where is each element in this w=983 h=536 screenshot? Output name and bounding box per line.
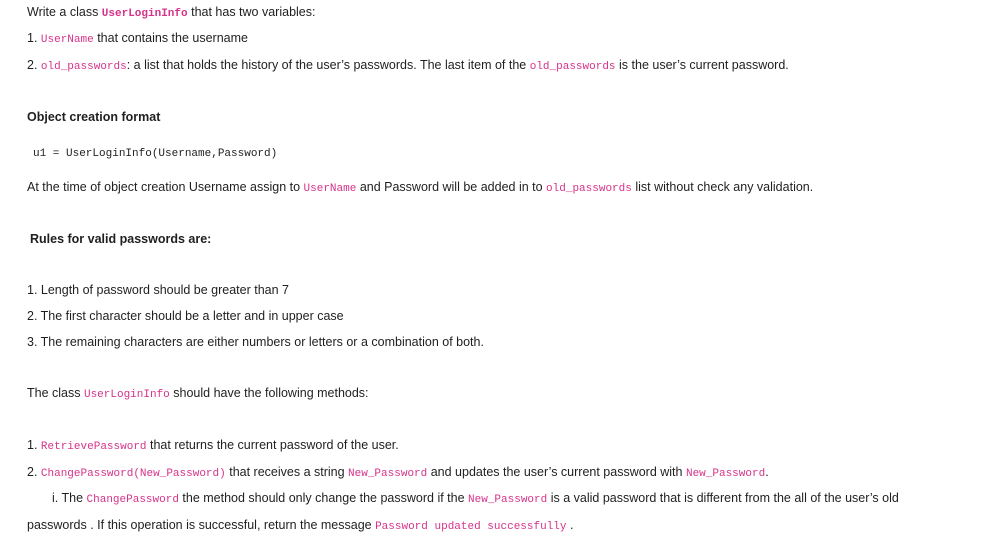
variable-description: that contains the username	[93, 31, 248, 45]
variable-item-2: 2. old_passwords: a list that holds the …	[27, 57, 789, 75]
sub-item-text: passwords . If this operation is success…	[27, 518, 376, 532]
success-message-code: Password updated successfully	[375, 521, 567, 533]
object-creation-code: u1 = UserLoginInfo(Username,Password)	[33, 148, 278, 160]
method-description: that receives a string	[225, 465, 349, 479]
change-password-code: ChangePassword	[86, 494, 179, 506]
methods-intro-text: The class	[27, 386, 84, 400]
methods-intro: The class UserLoginInfo should have the …	[27, 385, 369, 403]
old-passwords-code: old_passwords	[529, 61, 616, 73]
note-text: At the time of object creation Username …	[27, 180, 304, 194]
method-item-2-sub-cont: passwords . If this operation is success…	[27, 517, 573, 535]
new-password-code: New_Password	[468, 494, 548, 506]
sub-item-text-end: .	[566, 518, 574, 532]
method-description: and updates the user’s current password …	[427, 465, 686, 479]
variable-item-1: 1. UserName that contains the username	[27, 30, 248, 48]
list-number: 1.	[27, 31, 41, 45]
username-code: UserName	[40, 34, 94, 46]
list-number: 2.	[27, 58, 41, 72]
intro-line: Write a class UserLoginInfo that has two…	[27, 4, 315, 22]
rule-item-1: 1. Length of password should be greater …	[27, 283, 289, 297]
variable-description: : a list that holds the history of the u…	[126, 58, 530, 72]
sub-item-text: the method should only change the passwo…	[178, 491, 469, 505]
sub-item-prefix: i. The	[52, 491, 87, 505]
class-name-code: UserLoginInfo	[83, 389, 170, 401]
retrieve-password-code: RetrievePassword	[40, 441, 147, 453]
note-text-end: list without check any validation.	[631, 180, 814, 194]
intro-text: Write a class	[27, 5, 102, 19]
class-name-code: UserLoginInfo	[101, 8, 188, 20]
method-item-1: 1. RetrievePassword that returns the cur…	[27, 437, 399, 455]
old-passwords-code: old_passwords	[40, 61, 127, 73]
rules-heading: Rules for valid passwords are:	[30, 232, 212, 246]
method-item-2-sub: i. The ChangePassword the method should …	[52, 490, 899, 508]
username-code: UserName	[303, 183, 357, 195]
sub-item-text: is a valid password that is different fr…	[547, 491, 899, 505]
list-number: 1.	[27, 438, 41, 452]
change-password-code: ChangePassword(New_Password)	[40, 468, 226, 480]
rule-item-3: 3. The remaining characters are either n…	[27, 335, 484, 349]
intro-text-end: that has two variables:	[187, 5, 316, 19]
new-password-code: New_Password	[348, 468, 428, 480]
method-description: that returns the current password of the…	[146, 438, 399, 452]
old-passwords-code: old_passwords	[546, 183, 632, 195]
variable-description-end: is the user’s current password.	[615, 58, 789, 72]
methods-intro-text-end: should have the following methods:	[169, 386, 369, 400]
object-format-heading: Object creation format	[27, 110, 161, 124]
list-number: 2.	[27, 465, 41, 479]
method-description-end: .	[765, 465, 769, 479]
creation-note: At the time of object creation Username …	[27, 179, 813, 197]
note-text: and Password will be added in to	[356, 180, 547, 194]
rule-item-2: 2. The first character should be a lette…	[27, 309, 344, 323]
new-password-code: New_Password	[685, 468, 766, 480]
method-item-2: 2. ChangePassword(New_Password) that rec…	[27, 464, 769, 482]
